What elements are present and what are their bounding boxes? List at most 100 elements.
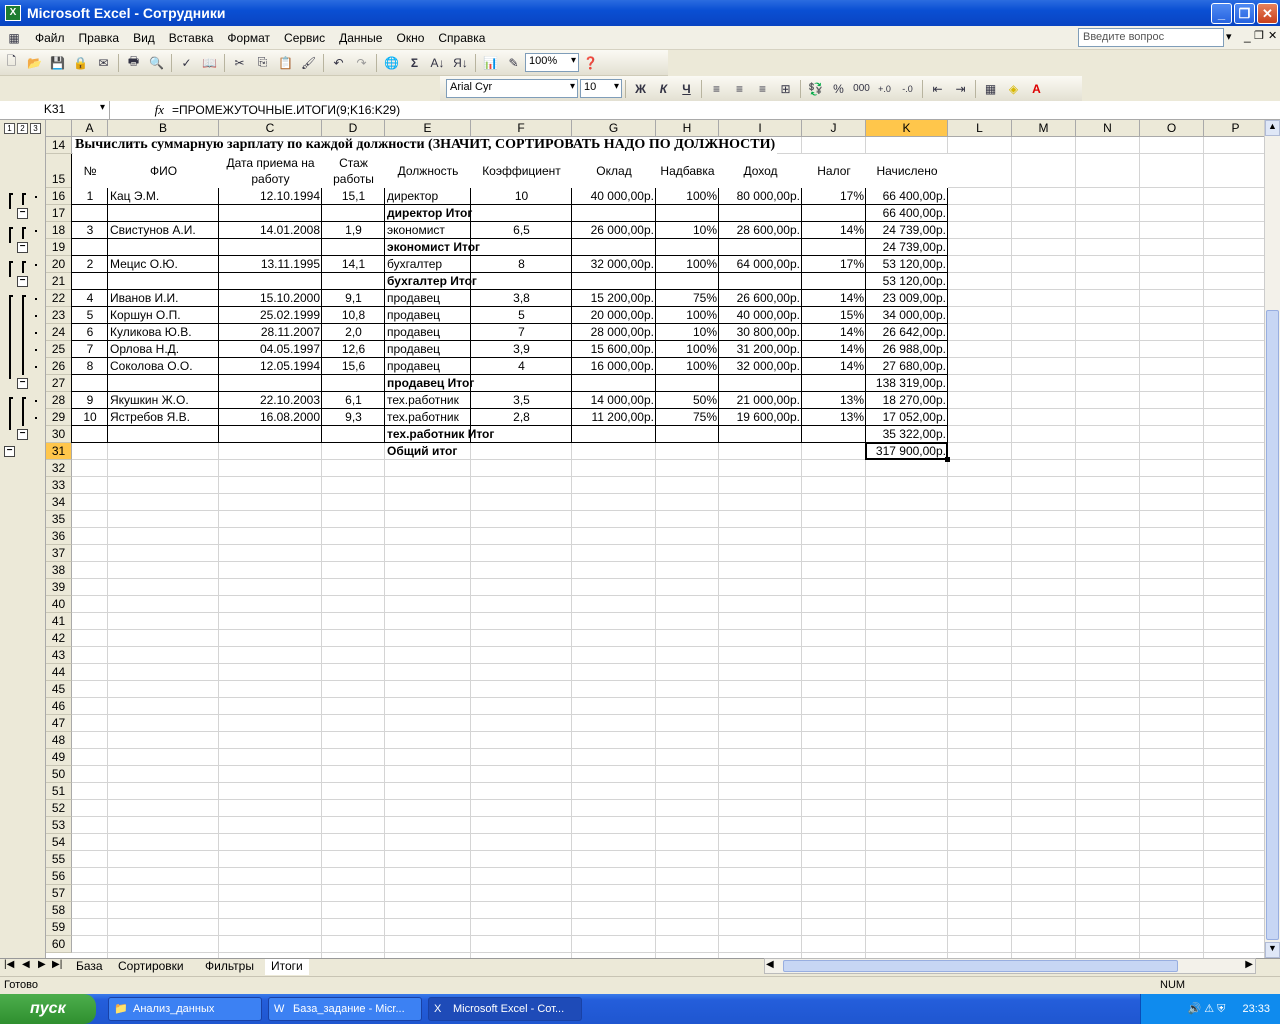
row-header[interactable]: 56 <box>46 868 72 885</box>
prev-sheet-icon[interactable]: ◀ <box>22 959 30 970</box>
row-header[interactable]: 24 <box>46 324 72 341</box>
borders-icon[interactable]: ▦ <box>979 78 1002 100</box>
cell-fio[interactable]: Якушкин Ж.О. <box>108 392 219 409</box>
copy-icon[interactable]: ⎘ <box>251 52 274 74</box>
font-color-icon[interactable]: A <box>1025 78 1048 100</box>
print-preview-icon[interactable]: 🔍 <box>145 52 168 74</box>
cell-oklad[interactable]: 28 000,00р. <box>572 324 656 341</box>
row-header[interactable]: 52 <box>46 800 72 817</box>
doc-close-icon[interactable]: ✕ <box>1268 29 1277 42</box>
cell-oklad[interactable]: 32 000,00р. <box>572 256 656 273</box>
scroll-left-icon[interactable]: ◀ <box>766 959 774 970</box>
cell-nadb[interactable]: 100% <box>656 341 719 358</box>
cell-nadb[interactable]: 10% <box>656 324 719 341</box>
scroll-right-icon[interactable]: ▶ <box>1245 959 1253 970</box>
cell-koef[interactable]: 3,9 <box>471 341 572 358</box>
outline-collapse-icon[interactable]: − <box>17 208 28 219</box>
scroll-down-icon[interactable]: ▼ <box>1265 942 1280 958</box>
redo-icon[interactable]: ↷ <box>350 52 373 74</box>
sheet-tab-baza[interactable]: База <box>70 959 109 975</box>
cell-stazh[interactable]: 2,0 <box>322 324 385 341</box>
row-header[interactable]: 42 <box>46 630 72 647</box>
horizontal-scrollbar[interactable]: ◀ ▶ <box>764 958 1256 974</box>
cell-nachisleno[interactable]: 26 642,00р. <box>866 324 948 341</box>
row-header[interactable]: 57 <box>46 885 72 902</box>
row-header[interactable]: 20 <box>46 256 72 273</box>
row-header[interactable]: 14 <box>46 137 72 154</box>
cell-fio[interactable]: Соколова О.О. <box>108 358 219 375</box>
vertical-scrollbar[interactable]: ▲ ▼ <box>1264 120 1280 958</box>
cell-num[interactable]: 5 <box>72 307 108 324</box>
row-header[interactable]: 30 <box>46 426 72 443</box>
outline-level-1-button[interactable]: 1 <box>4 123 15 134</box>
row-header[interactable]: 25 <box>46 341 72 358</box>
row-header[interactable]: 47 <box>46 715 72 732</box>
cell-num[interactable]: 8 <box>72 358 108 375</box>
cell-date[interactable]: 12.05.1994 <box>219 358 322 375</box>
zoom-select[interactable]: 100% <box>525 53 579 72</box>
next-sheet-icon[interactable]: ▶ <box>38 959 46 970</box>
cell-dolzh[interactable]: продавец <box>385 341 471 358</box>
cell-dohod[interactable]: 64 000,00р. <box>719 256 802 273</box>
formula-input[interactable]: =ПРОМЕЖУТОЧНЫЕ.ИТОГИ(9;K16:K29) <box>170 103 400 117</box>
row-header[interactable]: 53 <box>46 817 72 834</box>
cell-nachisleno[interactable]: 35 322,00р. <box>866 426 948 443</box>
cell-date[interactable]: 15.10.2000 <box>219 290 322 307</box>
subtotal-label[interactable]: бухгалтер Итог <box>385 273 575 290</box>
scroll-up-icon[interactable]: ▲ <box>1265 120 1280 136</box>
outline-level-3-button[interactable]: 3 <box>30 123 41 134</box>
cell-stazh[interactable]: 6,1 <box>322 392 385 409</box>
column-header[interactable]: L <box>948 120 1012 137</box>
row-header[interactable]: 36 <box>46 528 72 545</box>
cell-date[interactable]: 12.10.1994 <box>219 188 322 205</box>
cell-fio[interactable]: Кац Э.М. <box>108 188 219 205</box>
row-header[interactable]: 55 <box>46 851 72 868</box>
row-header[interactable]: 17 <box>46 205 72 222</box>
name-box[interactable]: K31 ▾ <box>0 101 110 119</box>
task-analiz-dannyh[interactable]: 📁 Анализ_данных <box>108 997 262 1021</box>
row-header[interactable]: 34 <box>46 494 72 511</box>
row-header[interactable]: 26 <box>46 358 72 375</box>
fill-color-icon[interactable]: ◈ <box>1002 78 1025 100</box>
cell-nachisleno[interactable]: 18 270,00р. <box>866 392 948 409</box>
menu-insert[interactable]: Вставка <box>162 31 221 45</box>
cell-nadb[interactable]: 100% <box>656 188 719 205</box>
cell-nadb[interactable]: 100% <box>656 256 719 273</box>
task-excel[interactable]: X Microsoft Excel - Сот... <box>428 997 582 1021</box>
cell-nadb[interactable]: 50% <box>656 392 719 409</box>
format-painter-icon[interactable]: 🖌 <box>297 52 320 74</box>
cell-dohod[interactable]: 80 000,00р. <box>719 188 802 205</box>
cell-num[interactable]: 7 <box>72 341 108 358</box>
cell-dohod[interactable]: 40 000,00р. <box>719 307 802 324</box>
last-sheet-icon[interactable]: ▶| <box>52 959 62 970</box>
cell-dohod[interactable]: 32 000,00р. <box>719 358 802 375</box>
cell-nalog[interactable]: 14% <box>802 222 866 239</box>
cell-oklad[interactable]: 11 200,00р. <box>572 409 656 426</box>
column-header[interactable]: C <box>219 120 322 137</box>
row-header[interactable]: 38 <box>46 562 72 579</box>
cell-nachisleno[interactable]: 53 120,00р. <box>866 273 948 290</box>
help-icon[interactable]: ❓ <box>579 52 602 74</box>
subtotal-label[interactable]: Общий итог <box>385 443 575 460</box>
bold-button[interactable]: Ж <box>629 78 652 100</box>
cell-koef[interactable]: 10 <box>471 188 572 205</box>
row-header[interactable]: 51 <box>46 783 72 800</box>
paste-icon[interactable]: 📋 <box>274 52 297 74</box>
cell-oklad[interactable]: 15 600,00р. <box>572 341 656 358</box>
cell-oklad[interactable]: 26 000,00р. <box>572 222 656 239</box>
cell-fio[interactable]: Орлова Н.Д. <box>108 341 219 358</box>
task-baza-zadanie[interactable]: W База_задание - Micr... <box>268 997 422 1021</box>
menu-edit[interactable]: Правка <box>72 31 127 45</box>
subtotal-label[interactable]: директор Итог <box>385 205 575 222</box>
cell-stazh[interactable]: 15,1 <box>322 188 385 205</box>
cell-date[interactable]: 13.11.1995 <box>219 256 322 273</box>
cell-dolzh[interactable]: продавец <box>385 290 471 307</box>
align-left-icon[interactable]: ≡ <box>705 78 728 100</box>
row-header[interactable]: 39 <box>46 579 72 596</box>
cell-nadb[interactable]: 100% <box>656 307 719 324</box>
italic-button[interactable]: К <box>652 78 675 100</box>
cell-num[interactable]: 6 <box>72 324 108 341</box>
sheet-tab-filtry[interactable]: Фильтры <box>199 959 260 975</box>
percent-button[interactable]: % <box>827 78 850 100</box>
print-icon[interactable]: 🖶 <box>122 52 145 74</box>
